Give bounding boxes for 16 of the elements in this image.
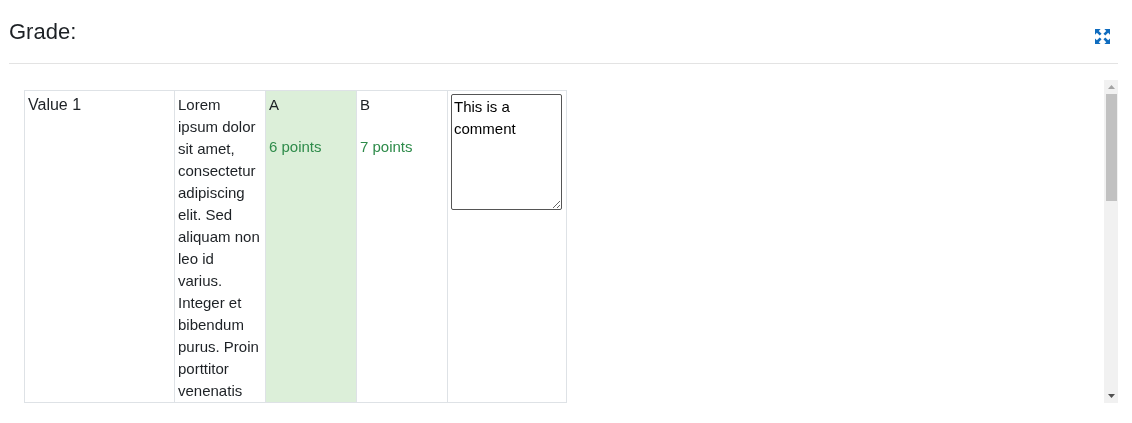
comment-field[interactable]: This is a comment	[451, 94, 562, 210]
level-points: 6 points	[269, 137, 323, 157]
scroll-up-icon[interactable]	[1107, 85, 1115, 89]
section-title: Grade:	[9, 18, 77, 45]
level-cell[interactable]: B 7 points	[356, 90, 448, 403]
criterion-name: Value 1	[24, 90, 175, 403]
criterion-description: Lorem ipsum dolor sit amet, consectetur adipiscing elit. Sed aliquam non leo id varius. Integer et bibendum purus. Proin porttitor venenatis	[174, 90, 266, 403]
expand-icon	[1095, 29, 1110, 44]
fullscreen-button[interactable]	[1095, 29, 1110, 44]
scroll-down-icon[interactable]	[1107, 394, 1115, 398]
scrollbar-thumb[interactable]	[1105, 94, 1117, 201]
level-label: A	[269, 95, 280, 115]
scrollbar[interactable]	[1104, 80, 1118, 403]
level-label: B	[360, 95, 371, 115]
level-points: 7 points	[360, 137, 414, 157]
level-cell[interactable]: A 6 points	[265, 90, 357, 403]
